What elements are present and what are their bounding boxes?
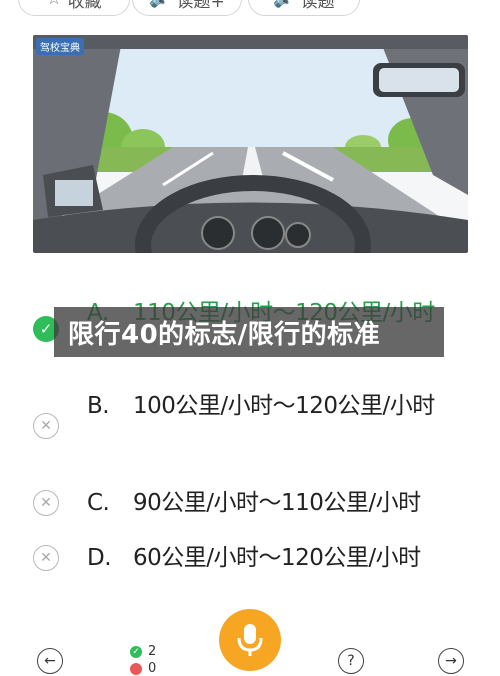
option-text: 100公里/小时～120公里/小时 bbox=[133, 393, 435, 419]
read-plus-label: 读题+ bbox=[176, 0, 225, 12]
question-image: 驾校宝典 bbox=[33, 35, 468, 253]
read-question-plus-button[interactable]: 🔈 读题+ bbox=[132, 0, 242, 16]
collect-label: 收藏 bbox=[67, 0, 102, 12]
read-question-button[interactable]: 🔈 读题 bbox=[248, 0, 360, 16]
microphone-icon bbox=[237, 624, 263, 656]
microphone-button[interactable] bbox=[219, 609, 281, 671]
arrow-right-icon[interactable]: → bbox=[438, 648, 464, 674]
star-icon: ☆ bbox=[46, 0, 61, 9]
option-letter: C. bbox=[87, 490, 110, 516]
correct-count-value: 2 bbox=[148, 644, 157, 659]
speaker-icon: 🔈 bbox=[149, 0, 170, 9]
cross-icon: ✕ bbox=[33, 490, 59, 516]
option-letter: B. bbox=[87, 393, 110, 419]
article-title-overlay: 限行40的标志/限行的标准 bbox=[54, 307, 444, 357]
option-text: 90公里/小时～110公里/小时 bbox=[133, 490, 421, 516]
bottom-toolbar: ← ✓ 2 0 ? → bbox=[0, 600, 500, 676]
speaker-icon: 🔈 bbox=[273, 0, 294, 9]
cross-icon: ✕ bbox=[33, 413, 59, 439]
arrow-left-icon[interactable]: ← bbox=[37, 648, 63, 674]
wrong-count: 0 bbox=[130, 661, 156, 676]
check-icon: ✓ bbox=[130, 645, 142, 658]
option-text: 60公里/小时～120公里/小时 bbox=[133, 545, 421, 571]
cross-icon: ✕ bbox=[33, 545, 59, 571]
correct-count: ✓ 2 bbox=[130, 644, 156, 659]
read-label: 读题 bbox=[300, 0, 335, 12]
wrong-count-value: 0 bbox=[148, 661, 157, 676]
app-logo: 驾校宝典 bbox=[36, 38, 84, 55]
cross-icon bbox=[130, 662, 142, 675]
collect-button[interactable]: ☆ 收藏 bbox=[18, 0, 130, 16]
option-letter: D. bbox=[87, 545, 112, 571]
help-icon[interactable]: ? bbox=[338, 648, 364, 674]
